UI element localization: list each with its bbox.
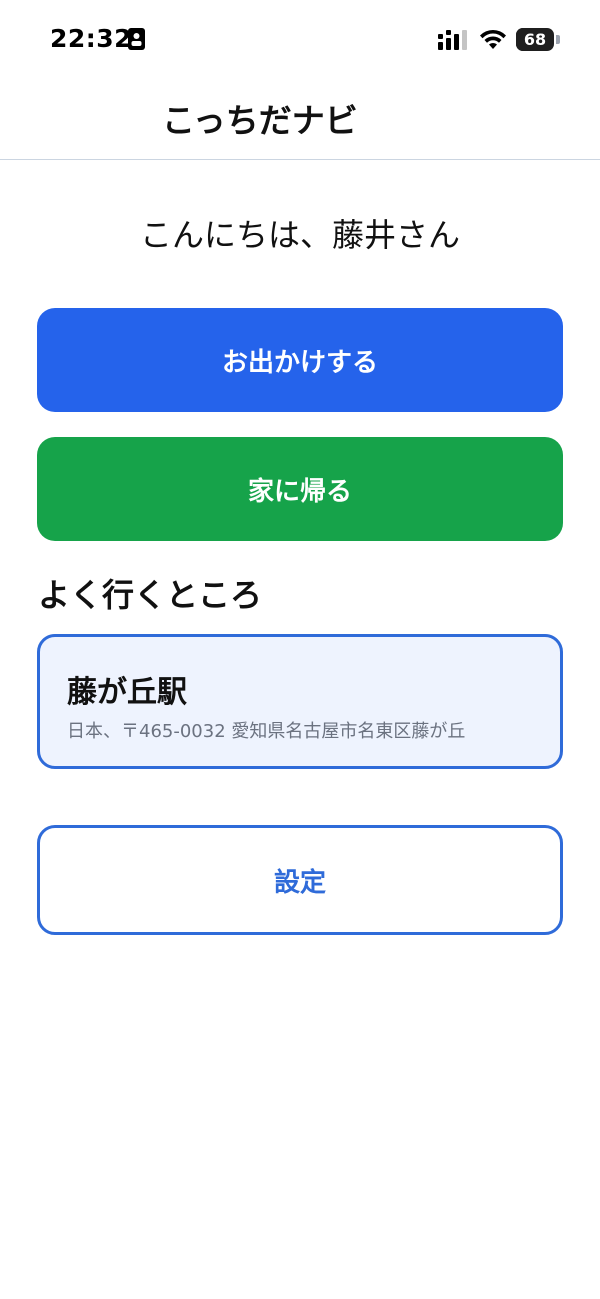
battery-percent: 68 xyxy=(523,30,547,49)
place-address: 日本、〒465-0032 愛知県名古屋市名東区藤が丘 xyxy=(67,721,466,742)
app-screen: 22:32 68 こっちだナビ こんにちは、藤井さん お出かけする 家に帰る よ… xyxy=(0,0,600,1299)
favorite-place-card[interactable]: 藤が丘駅 日本、〒465-0032 愛知県名古屋市名東区藤が丘 xyxy=(37,634,563,769)
settings-button[interactable]: 設定 xyxy=(37,825,563,935)
battery-icon: 68 xyxy=(516,28,554,51)
greeting-text: こんにちは、藤井さん xyxy=(139,216,460,254)
app-header: こっちだナビ xyxy=(0,80,600,160)
place-name: 藤が丘駅 xyxy=(67,675,187,710)
app-title: こっちだナビ xyxy=(162,101,358,140)
favorites-section-title: よく行くところ xyxy=(38,576,263,614)
go-home-button[interactable]: 家に帰る xyxy=(37,437,563,541)
id-badge-icon xyxy=(128,28,145,50)
status-time: 22:32 xyxy=(50,24,133,53)
status-bar: 22:32 68 xyxy=(0,0,600,80)
battery-cap xyxy=(556,35,560,44)
wifi-icon xyxy=(480,29,506,49)
go-out-button[interactable]: お出かけする xyxy=(37,308,563,412)
signal-icon xyxy=(438,30,467,50)
